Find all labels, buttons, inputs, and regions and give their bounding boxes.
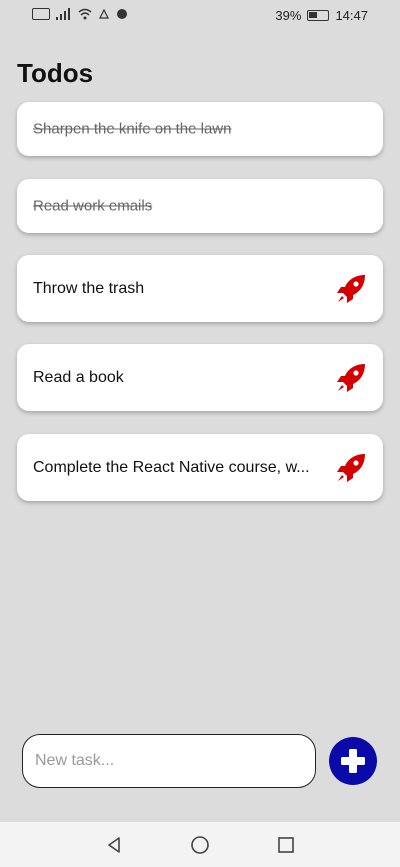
status-icons-right: 39% 14:47 [275,8,368,23]
battery-icon [307,10,330,21]
rocket-icon[interactable] [335,362,367,394]
system-nav-bar [0,822,400,867]
new-task-input[interactable] [22,734,316,788]
page-title: Todos [17,58,94,88]
todo-item[interactable]: Read a book [17,344,383,411]
todo-item[interactable]: Sharpen the knife on the lawn [17,102,383,156]
wifi-icon [78,8,92,20]
todo-item[interactable]: Complete the React Native course, w... [17,434,383,501]
todo-item[interactable]: Read work emails [17,179,383,233]
todo-text: Read a book [33,368,124,386]
notification-icon [99,8,109,19]
todo-text: Complete the React Native course, w... [33,458,310,476]
home-button[interactable] [189,834,211,856]
volte-icon [32,8,50,20]
recents-icon [278,836,294,853]
back-button[interactable] [103,834,125,856]
todo-text: Sharpen the knife on the lawn [33,120,232,138]
app-notification-icon [117,9,127,19]
status-bar: 39% 14:47 [0,0,400,30]
todo-text: Read work emails [33,197,153,215]
signal-icon [56,8,70,20]
recents-button[interactable] [275,834,297,856]
todo-item[interactable]: Throw the trash [17,255,383,322]
rocket-icon[interactable] [335,452,367,484]
rocket-icon[interactable] [335,273,367,305]
todo-text: Throw the trash [33,279,145,297]
plus-icon [341,749,365,773]
home-icon [191,835,209,854]
add-task-button[interactable] [329,737,377,785]
back-icon [108,836,120,853]
status-icons-left [32,8,128,20]
new-task-row [0,732,400,792]
clock-time: 14:47 [335,8,368,23]
battery-percent: 39% [275,8,302,23]
